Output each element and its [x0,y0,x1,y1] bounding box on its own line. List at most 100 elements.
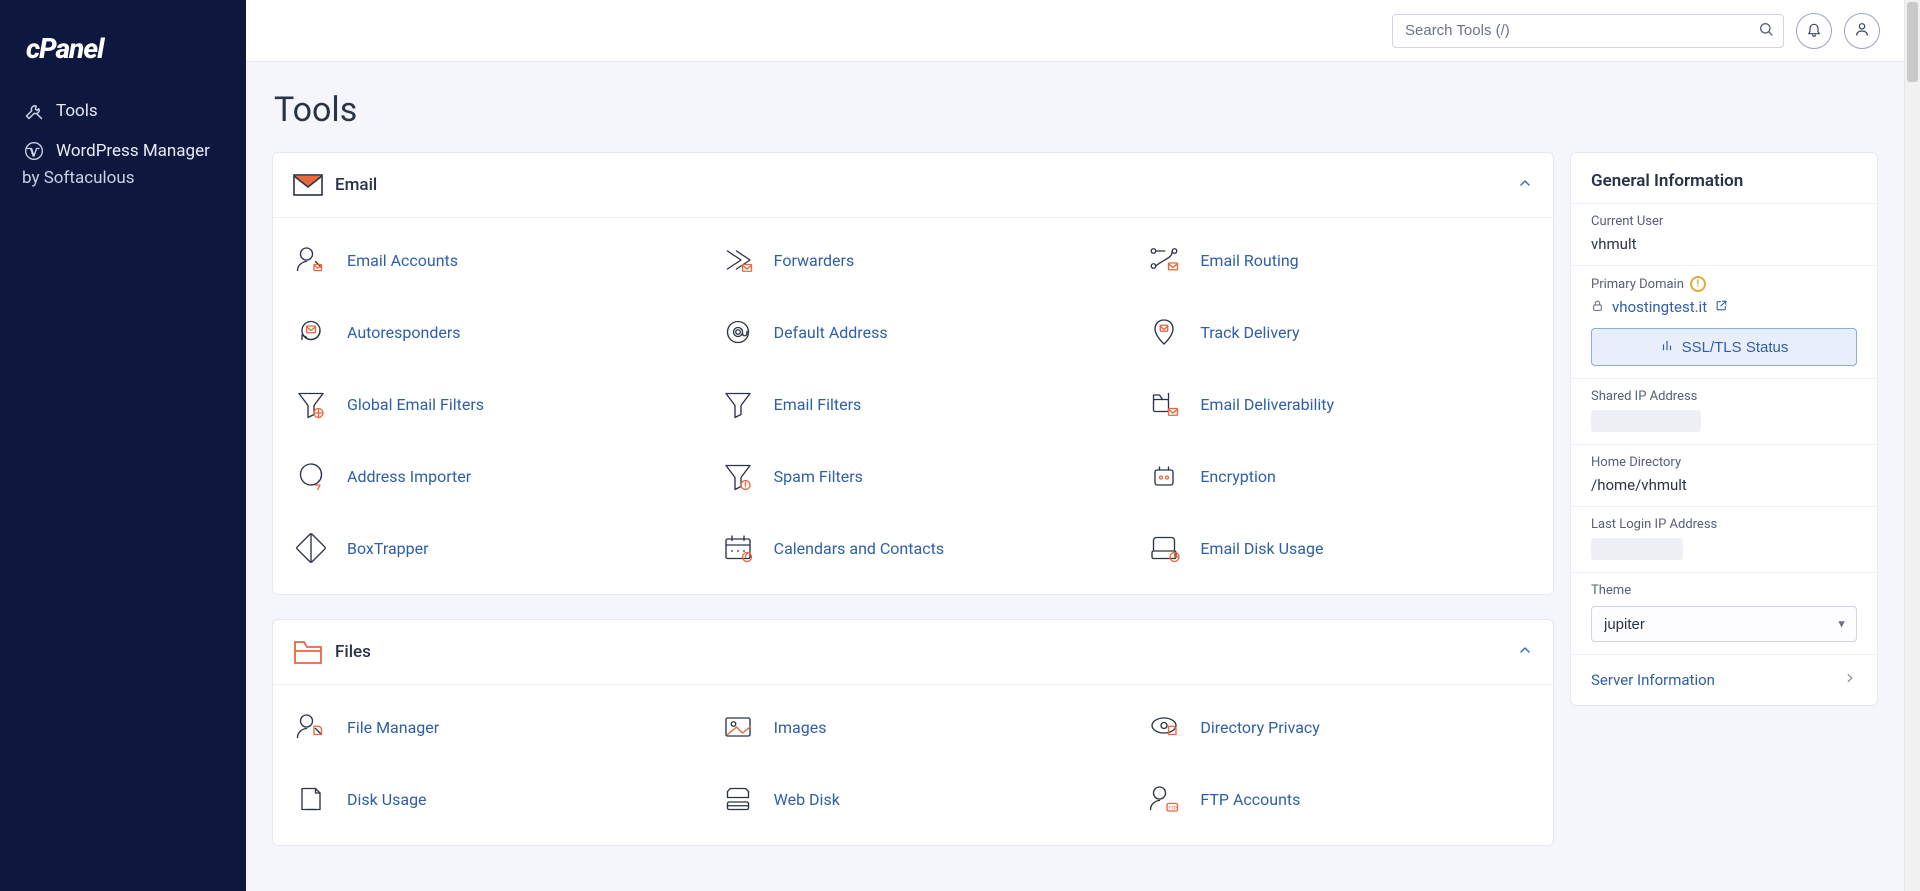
tool-item-images[interactable]: Images [704,691,1123,763]
external-link-icon[interactable] [1715,298,1728,316]
tool-item-email-disk-usage[interactable]: Email Disk Usage [1130,512,1549,584]
tool-item-global-email-filters[interactable]: Global Email Filters [277,368,696,440]
ssl-status-button[interactable]: SSL/TLS Status [1591,328,1857,366]
tool-item-default-address[interactable]: Default Address [704,296,1123,368]
tool-item-encryption[interactable]: Encryption [1130,440,1549,512]
search-container [1392,14,1784,48]
tool-label: Calendars and Contacts [774,539,944,558]
tool-label: Track Delivery [1200,323,1299,342]
info-row-last-login: Last Login IP Address [1571,507,1877,573]
brand-logo: cPanel [26,32,226,65]
tool-item-web-disk[interactable]: Web Disk [704,763,1123,835]
sidebar-item-wordpress[interactable]: WordPress Manager [20,131,226,171]
autoresponders-icon [291,312,331,352]
svg-text:FTP: FTP [1169,806,1177,812]
tool-label: Email Filters [774,395,862,414]
tool-label: Address Importer [347,467,471,486]
panel-title: Files [335,642,1505,662]
spam-filters-icon [718,456,758,496]
tool-item-calendars-and-contacts[interactable]: Calendars and Contacts [704,512,1123,584]
topbar [246,0,1904,62]
info-label: Current User [1591,214,1857,229]
ftp-accounts-icon: FTP [1144,779,1184,819]
tool-label: Email Deliverability [1200,395,1334,414]
tool-label: FTP Accounts [1200,790,1300,809]
tool-label: Global Email Filters [347,395,484,414]
chart-icon [1660,338,1674,356]
tool-item-address-importer[interactable]: Address Importer [277,440,696,512]
server-information-link[interactable]: Server Information [1571,655,1877,705]
sidebar: cPanel Tools WordPress Manager by Softac… [0,0,246,891]
tool-label: File Manager [347,718,439,737]
file-manager-icon [291,707,331,747]
info-row-theme: Theme jupiter ▼ [1571,573,1877,655]
info-label: Primary Domain ! [1591,276,1857,292]
tool-label: BoxTrapper [347,539,429,558]
panel-header-email[interactable]: Email [273,153,1553,218]
tool-item-track-delivery[interactable]: Track Delivery [1130,296,1549,368]
info-label: Theme [1591,583,1857,598]
sidebar-item-tools[interactable]: Tools [20,91,226,131]
tools-icon [24,101,44,121]
tool-item-spam-filters[interactable]: Spam Filters [704,440,1123,512]
email-section-icon [293,171,323,199]
tool-item-email-routing[interactable]: Email Routing [1130,224,1549,296]
theme-select[interactable]: jupiter [1591,606,1857,642]
info-label: Last Login IP Address [1591,517,1857,532]
bell-icon [1806,21,1822,40]
info-label: Shared IP Address [1591,389,1857,404]
tool-item-boxtrapper[interactable]: BoxTrapper [277,512,696,584]
content: Tools EmailEmail AccountsForwardersEmail… [246,62,1904,891]
email-filters-icon [718,384,758,424]
tool-label: Forwarders [774,251,855,270]
info-row-current-user: Current User vhmult [1571,204,1877,266]
tool-item-autoresponders[interactable]: Autoresponders [277,296,696,368]
info-value: /home/vhmult [1591,476,1857,494]
tool-item-file-manager[interactable]: File Manager [277,691,696,763]
tool-item-forwarders[interactable]: Forwarders [704,224,1123,296]
disk-usage-icon [291,779,331,819]
wordpress-icon [24,141,44,161]
web-disk-icon [718,779,758,819]
page-scrollbar[interactable] [1904,0,1920,891]
tool-grid-files: File Manager ImagesDirectory Privacy Disk … [273,685,1553,845]
warning-icon: ! [1690,276,1706,292]
tool-item-email-filters[interactable]: Email Filters [704,368,1123,440]
tool-item-disk-usage[interactable]: Disk Usage [277,763,696,835]
tool-label: Spam Filters [774,467,863,486]
info-label: Home Directory [1591,455,1857,470]
sections-column: Email Email Accounts Forwarders Email Routi… [272,152,1554,846]
tool-item-directory-privacy[interactable]: Directory Privacy [1130,691,1549,763]
panel-files: Files File Manager ImagesDirectory Privacy… [272,619,1554,846]
address-importer-icon [291,456,331,496]
tool-item-email-accounts[interactable]: Email Accounts [277,224,696,296]
encryption-icon [1144,456,1184,496]
default-address-icon [718,312,758,352]
user-icon [1854,21,1870,40]
email-accounts-icon [291,240,331,280]
tool-grid-email: Email Accounts Forwarders Email Routing Aut… [273,218,1553,594]
global-email-filters-icon [291,384,331,424]
boxtrapper-icon [291,528,331,568]
panel-title: Email [335,175,1505,195]
directory-privacy-icon [1144,707,1184,747]
primary-domain-link[interactable]: vhostingtest.it [1612,298,1707,316]
files-section-icon [293,638,323,666]
tool-item-email-deliverability[interactable]: Email Deliverability [1130,368,1549,440]
tool-label: Email Accounts [347,251,458,270]
tool-label: Autoresponders [347,323,461,342]
lock-icon [1591,298,1604,316]
tool-label: Disk Usage [347,790,427,809]
tool-label: Default Address [774,323,888,342]
tool-label: Encryption [1200,467,1276,486]
account-button[interactable] [1844,13,1880,49]
track-delivery-icon [1144,312,1184,352]
notifications-button[interactable] [1796,13,1832,49]
panel-header-files[interactable]: Files [273,620,1553,685]
info-sidebar: General Information Current User vhmult … [1570,152,1878,706]
email-routing-icon [1144,240,1184,280]
search-input[interactable] [1392,14,1784,48]
tool-item-ftp-accounts[interactable]: FTP FTP Accounts [1130,763,1549,835]
info-row-shared-ip: Shared IP Address [1571,379,1877,445]
general-info-card: General Information Current User vhmult … [1570,152,1878,706]
